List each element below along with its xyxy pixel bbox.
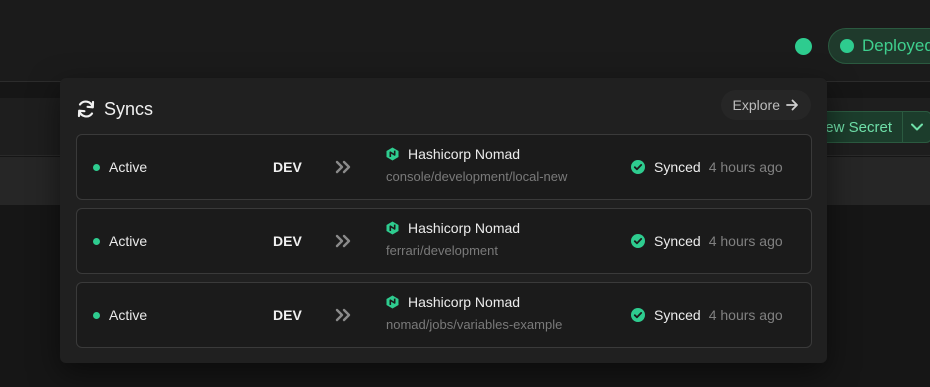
check-circle-icon <box>631 234 645 248</box>
sync-time: 4 hours ago <box>708 307 783 323</box>
nomad-icon <box>386 221 399 235</box>
active-dot-icon <box>93 237 100 245</box>
sync-state-label: Synced <box>654 307 701 323</box>
refresh-icon <box>76 99 96 119</box>
new-secret-menu-button[interactable] <box>902 111 930 143</box>
sync-status-label: Active <box>109 233 148 249</box>
active-dot-icon <box>93 311 100 319</box>
destination-name: Hashicorp Nomad <box>408 146 521 162</box>
sync-list: Active DEV Hashicorp Nomad console/devel… <box>76 134 812 356</box>
destination-name: Hashicorp Nomad <box>408 220 521 236</box>
deploy-status-label: Deployed <box>862 36 930 55</box>
sync-status: Active <box>93 307 147 323</box>
sync-state: Synced 4 hours ago <box>631 159 783 175</box>
destination-name: Hashicorp Nomad <box>408 294 521 310</box>
check-circle-icon <box>631 308 645 322</box>
sync-destination: Hashicorp Nomad ferrari/development <box>386 220 520 258</box>
sync-status-label: Active <box>109 159 148 175</box>
explore-button[interactable]: Explore <box>720 90 811 120</box>
nomad-icon <box>386 147 399 161</box>
sync-state: Synced 4 hours ago <box>631 233 783 249</box>
chevron-down-icon <box>911 123 923 131</box>
environment-label: DEV <box>273 233 302 249</box>
nomad-icon <box>386 295 399 309</box>
check-circle-icon <box>631 160 645 174</box>
sync-destination: Hashicorp Nomad console/development/loca… <box>386 146 567 184</box>
double-chevron-right-icon <box>335 308 351 322</box>
sync-status: Active <box>93 233 147 249</box>
explore-label: Explore <box>732 97 780 113</box>
sync-state-label: Synced <box>654 233 701 249</box>
environment-label: DEV <box>273 159 302 175</box>
check-circle-icon <box>840 39 854 53</box>
deploy-status-pill[interactable]: Deployed <box>828 28 930 64</box>
destination-path: ferrari/development <box>386 243 498 258</box>
active-dot-icon <box>93 163 100 171</box>
sync-destination: Hashicorp Nomad nomad/jobs/variables-exa… <box>386 294 562 332</box>
double-chevron-right-icon <box>335 234 351 248</box>
sync-state-label: Synced <box>654 159 701 175</box>
sync-time: 4 hours ago <box>708 159 783 175</box>
popover-title: Syncs <box>104 98 154 119</box>
status-check-icon <box>795 38 812 55</box>
arrow-right-icon <box>786 99 798 111</box>
sync-time: 4 hours ago <box>708 233 783 249</box>
sync-status: Active <box>93 159 147 175</box>
destination-path: nomad/jobs/variables-example <box>386 317 563 332</box>
sync-item[interactable]: Active DEV Hashicorp Nomad ferrari/devel… <box>76 208 812 274</box>
top-bar: Deployed <box>0 0 930 82</box>
environment-label: DEV <box>273 307 302 323</box>
sync-status-label: Active <box>109 307 148 323</box>
sync-item[interactable]: Active DEV Hashicorp Nomad console/devel… <box>76 134 812 200</box>
double-chevron-right-icon <box>335 160 351 174</box>
sync-state: Synced 4 hours ago <box>631 307 783 323</box>
syncs-popover: Syncs Explore Active DEV Hashicorp Nomad… <box>60 78 827 363</box>
destination-path: console/development/local-new <box>386 169 568 184</box>
popover-header: Syncs Explore <box>76 90 811 122</box>
sync-item[interactable]: Active DEV Hashicorp Nomad nomad/jobs/va… <box>76 282 812 348</box>
